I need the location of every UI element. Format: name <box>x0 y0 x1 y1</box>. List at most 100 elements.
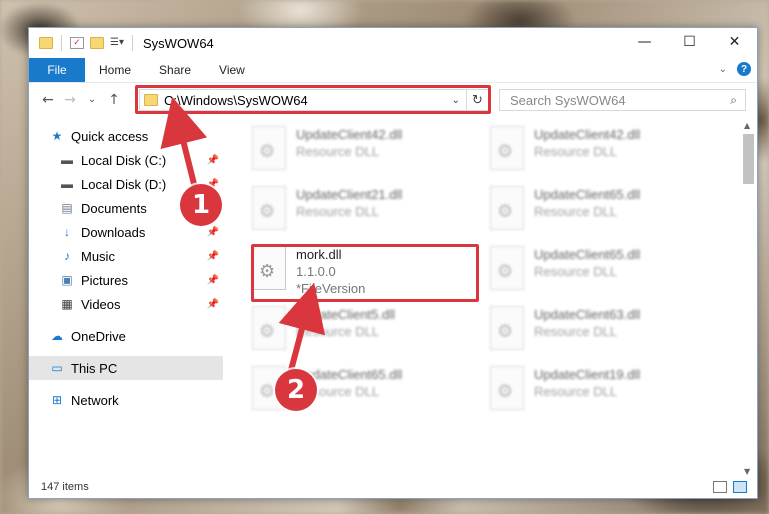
maximize-button[interactable]: ☐ <box>667 28 712 56</box>
file-item[interactable]: ⚙ UpdateClient65.dll Resource DLL <box>490 246 710 302</box>
help-icon[interactable]: ? <box>737 62 751 76</box>
sidebar-item-label: Local Disk (D:) <box>81 176 167 192</box>
dll-file-icon: ⚙ <box>252 126 286 170</box>
sidebar-item-network[interactable]: ⊞ Network <box>49 388 223 412</box>
file-name: UpdateClient42.dll <box>296 127 403 142</box>
file-description: Resource DLL <box>534 324 618 339</box>
details-view-icon[interactable] <box>713 481 727 493</box>
pin-icon[interactable]: 📌 <box>207 155 219 166</box>
dll-file-icon: ⚙ <box>490 246 524 290</box>
search-input[interactable]: Search SysWOW64 ⌕ <box>499 89 746 111</box>
address-highlight-box <box>135 85 491 114</box>
network-icon: ⊞ <box>51 393 63 407</box>
sidebar-item-onedrive[interactable]: ☁ OneDrive <box>49 324 223 348</box>
back-button[interactable]: ← <box>37 92 59 108</box>
file-item[interactable]: ⚙ UpdateClient5.dll Resource DLL <box>252 306 472 362</box>
expand-ribbon-icon[interactable]: ⌄ <box>719 64 727 75</box>
sidebar-item-label: OneDrive <box>71 328 126 344</box>
download-icon: ↓ <box>64 225 70 239</box>
callout-step-1: 1 <box>180 184 222 226</box>
toolbar-divider <box>61 35 62 51</box>
sidebar-item-label: Local Disk (C:) <box>81 152 167 168</box>
file-item[interactable]: ⚙ UpdateClient65.dll Resource DLL <box>490 186 710 242</box>
tab-share[interactable]: Share <box>145 58 205 82</box>
sidebar-item-label: Quick access <box>71 128 149 144</box>
view-toggle <box>713 481 747 493</box>
folder-icon <box>39 37 53 49</box>
file-description: Resource DLL <box>296 144 380 159</box>
pictures-icon: ▣ <box>61 273 73 287</box>
sidebar-item-label: Pictures <box>81 272 128 288</box>
sidebar-item-label: Documents <box>81 200 147 216</box>
item-count: 147 items <box>41 481 89 493</box>
file-item[interactable]: ⚙ UpdateClient42.dll Resource DLL <box>252 126 472 182</box>
sidebar-item-music[interactable]: ♪ Music 📌 <box>59 244 223 268</box>
sidebar-item-pictures[interactable]: ▣ Pictures 📌 <box>59 268 223 292</box>
scrollbar-thumb[interactable] <box>743 134 754 184</box>
star-icon: ★ <box>51 129 63 143</box>
file-item[interactable]: ⚙ UpdateClient19.dll Resource DLL <box>490 366 710 422</box>
tab-view[interactable]: View <box>205 58 259 82</box>
ribbon-tabs: File Home Share View ⌄ ? <box>29 58 757 82</box>
file-name: UpdateClient63.dll <box>534 307 641 322</box>
tab-home[interactable]: Home <box>85 58 145 82</box>
music-icon: ♪ <box>64 249 70 263</box>
cloud-icon: ☁ <box>51 329 63 343</box>
scroll-up-icon[interactable]: ▲ <box>744 121 750 130</box>
file-name: UpdateClient21.dll <box>296 187 403 202</box>
file-item[interactable]: ⚙ UpdateClient42.dll Resource DLL <box>490 126 710 182</box>
navigation-pane: ★ Quick access ▬ Local Disk (C:) 📌 ▬ Loc… <box>29 118 225 468</box>
file-explorer-window: ✓ ☰▾ SysWOW64 — ☐ ✕ File Home Share View… <box>28 27 758 499</box>
sidebar-item-label: Music <box>81 248 115 264</box>
pin-icon[interactable]: 📌 <box>207 275 219 286</box>
sidebar-item-quick-access[interactable]: ★ Quick access <box>49 124 243 148</box>
properties-icon[interactable]: ✓ <box>70 37 84 49</box>
close-button[interactable]: ✕ <box>712 28 757 56</box>
sidebar-item-videos[interactable]: ▦ Videos 📌 <box>59 292 223 316</box>
vertical-scrollbar[interactable]: ▲ ▼ <box>740 118 757 476</box>
recent-locations-button[interactable]: ⌄ <box>81 94 103 105</box>
tiles-view-icon[interactable] <box>733 481 747 493</box>
file-name: UpdateClient65.dll <box>534 187 641 202</box>
dll-file-icon: ⚙ <box>252 306 286 350</box>
callout-step-2: 2 <box>275 369 317 411</box>
file-highlight-box <box>251 244 479 302</box>
quick-access-toolbar: ✓ ☰▾ <box>39 35 135 51</box>
search-placeholder: Search SysWOW64 <box>510 92 626 108</box>
file-name: UpdateClient65.dll <box>534 247 641 262</box>
file-description: Resource DLL <box>534 204 618 219</box>
window-controls: — ☐ ✕ <box>622 28 757 56</box>
up-button[interactable]: ↑ <box>103 92 125 108</box>
drive-icon: ▬ <box>61 177 73 191</box>
window-title: SysWOW64 <box>143 35 214 51</box>
title-bar: ✓ ☰▾ SysWOW64 — ☐ ✕ <box>29 28 757 58</box>
toolbar-divider <box>132 35 133 51</box>
pin-icon[interactable]: 📌 <box>207 299 219 310</box>
file-name: UpdateClient42.dll <box>534 127 641 142</box>
file-list: ⚙ UpdateClient42.dll Resource DLL ⚙ Upda… <box>234 118 739 468</box>
navigation-bar: ← → ⌄ ↑ C:\Windows\SysWOW64 ⌄ ↻ Search S… <box>29 82 757 116</box>
forward-button[interactable]: → <box>59 92 81 108</box>
file-item[interactable]: ⚙ UpdateClient21.dll Resource DLL <box>252 186 472 242</box>
sidebar-item-label: This PC <box>71 360 118 376</box>
computer-icon: ▭ <box>51 361 63 375</box>
sidebar-item-label: Videos <box>81 296 121 312</box>
sidebar-item-local-disk-c[interactable]: ▬ Local Disk (C:) 📌 <box>59 148 223 172</box>
file-description: Resource DLL <box>534 264 618 279</box>
file-description: Resource DLL <box>534 384 618 399</box>
scroll-down-icon[interactable]: ▼ <box>744 467 750 476</box>
search-icon[interactable]: ⌕ <box>730 93 737 108</box>
pin-icon[interactable]: 📌 <box>207 227 219 238</box>
new-folder-icon[interactable] <box>90 37 104 49</box>
sidebar-item-label: Network <box>71 392 119 408</box>
sidebar-item-label: Downloads <box>81 224 146 240</box>
pin-icon[interactable]: 📌 <box>207 251 219 262</box>
file-description: Resource DLL <box>534 144 618 159</box>
dll-file-icon: ⚙ <box>490 126 524 170</box>
sidebar-item-this-pc[interactable]: ▭ This PC <box>29 356 223 380</box>
minimize-button[interactable]: — <box>622 28 667 56</box>
dll-file-icon: ⚙ <box>252 186 286 230</box>
file-item[interactable]: ⚙ UpdateClient63.dll Resource DLL <box>490 306 710 362</box>
tab-file[interactable]: File <box>29 58 85 82</box>
customize-toolbar-icon[interactable]: ☰▾ <box>110 37 124 49</box>
